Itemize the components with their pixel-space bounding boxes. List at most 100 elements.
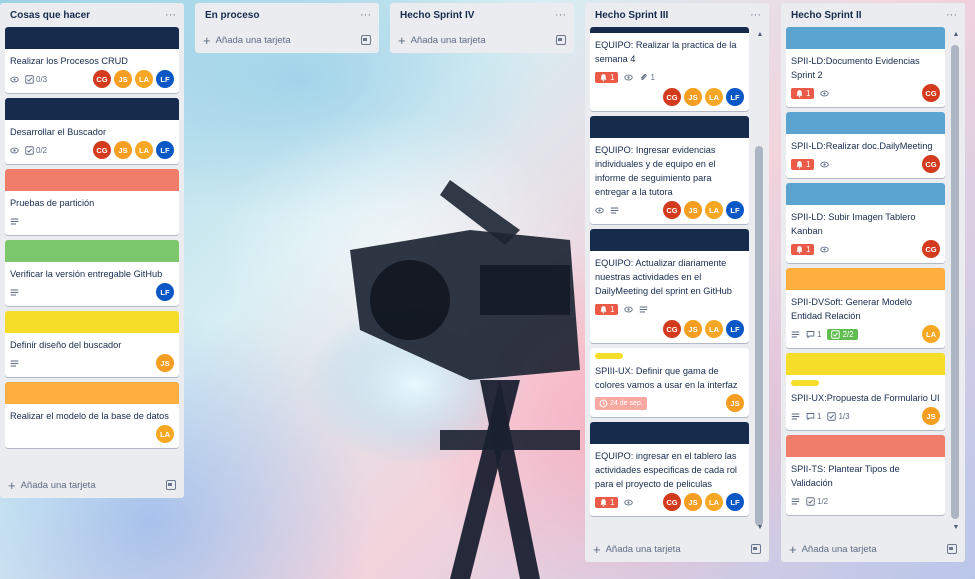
list-menu-icon[interactable]: ··· (360, 9, 371, 21)
list-scrollbar[interactable]: ▲ ▼ (951, 29, 961, 534)
eye-icon (595, 206, 604, 215)
list-title[interactable]: Cosas que hacer (10, 10, 90, 21)
card-container: Realizar los Procesos CRUD 0/3 CG JS LA LF Des… (0, 27, 184, 472)
card[interactable]: Pruebas de partición (5, 169, 179, 235)
member-avatar-js[interactable]: JS (922, 407, 940, 425)
checklist-count: 0/2 (36, 145, 48, 155)
member-avatar-js[interactable]: JS (114, 141, 132, 159)
member-avatar-cg[interactable]: CG (922, 240, 940, 258)
card[interactable]: SPII-DVSoft: Generar Modelo Entidad Rela… (786, 268, 945, 348)
list-menu-icon[interactable]: ··· (750, 9, 761, 21)
list-title[interactable]: Hecho Sprint III (595, 10, 668, 21)
card[interactable]: SPII-LD:Realizar doc.DailyMeeting 1 CG (786, 112, 945, 178)
eye-icon (820, 160, 830, 169)
card[interactable]: SPII-UX:Propuesta de Formulario UI 1 1/3 JS (786, 353, 945, 430)
member-avatar-la[interactable]: LA (705, 493, 723, 511)
member-avatar-cg[interactable]: CG (663, 88, 681, 106)
add-card-button[interactable]: + Añada una tarjeta (398, 34, 486, 47)
list-header: Cosas que hacer ··· (0, 3, 184, 27)
member-avatar-js[interactable]: JS (684, 201, 702, 219)
member-avatar-lf[interactable]: LF (156, 70, 174, 88)
member-avatar-js[interactable]: JS (684, 88, 702, 106)
member-avatar-js[interactable]: JS (726, 394, 744, 412)
list-menu-icon[interactable]: ··· (165, 9, 176, 21)
card-title: Definir diseño del buscador (10, 340, 122, 350)
create-from-template-icon[interactable] (166, 480, 176, 490)
member-avatar-lf[interactable]: LF (156, 141, 174, 159)
create-from-template-icon[interactable] (361, 35, 371, 45)
card[interactable]: Realizar los Procesos CRUD 0/3 CG JS LA LF (5, 27, 179, 93)
scroll-up-icon[interactable]: ▲ (951, 29, 961, 41)
create-from-template-icon[interactable] (556, 35, 566, 45)
scroll-down-icon[interactable]: ▼ (755, 522, 765, 534)
member-avatar-cg[interactable]: CG (922, 155, 940, 173)
member-avatar-js[interactable]: JS (114, 70, 132, 88)
list-scrollbar[interactable]: ▲ ▼ (755, 29, 765, 534)
notif-badge: 1 (595, 71, 619, 83)
member-avatar-js[interactable]: JS (684, 320, 702, 338)
member-avatar-cg[interactable]: CG (93, 141, 111, 159)
member-avatar-cg[interactable]: CG (663, 320, 681, 338)
card-cover (786, 27, 945, 49)
card[interactable]: EQUIPO: Ingresar evidencias individuales… (590, 116, 749, 224)
member-avatar-la[interactable]: LA (156, 425, 174, 443)
member-avatar-js[interactable]: JS (156, 354, 174, 372)
checklist-icon (831, 329, 841, 339)
member-avatar-cg[interactable]: CG (93, 70, 111, 88)
scroll-thumb[interactable] (951, 45, 959, 519)
member-avatar-js[interactable]: JS (684, 493, 702, 511)
card[interactable]: SPIII-UX: Definir que gama de colores va… (590, 348, 749, 417)
card[interactable]: SPII-LD: Subir Imagen Tablero Kanban 1 CG (786, 183, 945, 263)
member-avatar-lf[interactable]: LF (156, 283, 174, 301)
member-avatar-cg[interactable]: CG (663, 201, 681, 219)
checklist-icon (25, 145, 34, 155)
list-menu-icon[interactable]: ··· (946, 9, 957, 21)
list-3: Hecho Sprint III ··· EQUIPO: Realizar la p… (585, 3, 769, 562)
checklist_done-count: 2/2 (842, 329, 854, 339)
create-from-template-icon[interactable] (947, 544, 957, 554)
list-title[interactable]: Hecho Sprint II (791, 10, 862, 21)
create-from-template-icon[interactable] (751, 544, 761, 554)
member-avatar-la[interactable]: LA (705, 320, 723, 338)
list-0: Cosas que hacer ··· Realizar los Procesos … (0, 3, 184, 498)
add-card-button[interactable]: + Añada una tarjeta (8, 479, 96, 492)
card-label[interactable] (595, 353, 623, 359)
member-avatar-lf[interactable]: LF (726, 320, 744, 338)
member-avatar-la[interactable]: LA (705, 201, 723, 219)
member-avatar-la[interactable]: LA (705, 88, 723, 106)
card-body: SPII-UX:Propuesta de Formulario UI 1 1/3 JS (786, 375, 945, 430)
card[interactable]: EQUIPO: ingresar en el tablero las activ… (590, 422, 749, 516)
list-title[interactable]: En proceso (205, 10, 259, 21)
member-avatar-lf[interactable]: LF (726, 493, 744, 511)
card[interactable]: EQUIPO: Realizar la practica de la seman… (590, 27, 749, 111)
member-avatar-la[interactable]: LA (135, 141, 153, 159)
card-badges (10, 212, 174, 230)
card-badges: 1 CG (791, 155, 940, 173)
scroll-down-icon[interactable]: ▼ (951, 522, 961, 534)
member-avatar-la[interactable]: LA (135, 70, 153, 88)
scroll-thumb[interactable] (755, 146, 763, 526)
member-avatar-cg[interactable]: CG (663, 493, 681, 511)
card[interactable]: Verificar la versión entregable GitHub LF (5, 240, 179, 306)
add-card-button[interactable]: + Añada una tarjeta (203, 34, 291, 47)
member-avatar-cg[interactable]: CG (922, 84, 940, 102)
card[interactable]: Definir diseño del buscador JS (5, 311, 179, 377)
card-badges: 1 CG (791, 240, 940, 258)
add-card-button[interactable]: + Añada una tarjeta (593, 543, 681, 556)
card[interactable]: SPII-LD:Documento Evidencias Sprint 2 1 CG (786, 27, 945, 107)
member-avatar-lf[interactable]: LF (726, 201, 744, 219)
list-title[interactable]: Hecho Sprint IV (400, 10, 474, 21)
card-label[interactable] (791, 380, 819, 386)
card[interactable]: Realizar el modelo de la base de datos LA (5, 382, 179, 448)
card-title: SPII-DVSoft: Generar Modelo Entidad Rela… (791, 297, 913, 321)
card-title: Verificar la versión entregable GitHub (10, 269, 163, 279)
card[interactable]: EQUIPO: Actualizar diariamente nuestras … (590, 229, 749, 343)
member-avatar-la[interactable]: LA (922, 325, 940, 343)
member-avatar-lf[interactable]: LF (726, 88, 744, 106)
card[interactable]: Desarrollar el Buscador 0/2 CG JS LA LF (5, 98, 179, 164)
list-menu-icon[interactable]: ··· (555, 9, 566, 21)
scroll-up-icon[interactable]: ▲ (755, 29, 765, 41)
card[interactable]: SPII-TS: Plantear Tipos de Validación 1/2 (786, 435, 945, 515)
add-card-button[interactable]: + Añada una tarjeta (789, 543, 877, 556)
checklist-count: 0/3 (36, 74, 48, 84)
